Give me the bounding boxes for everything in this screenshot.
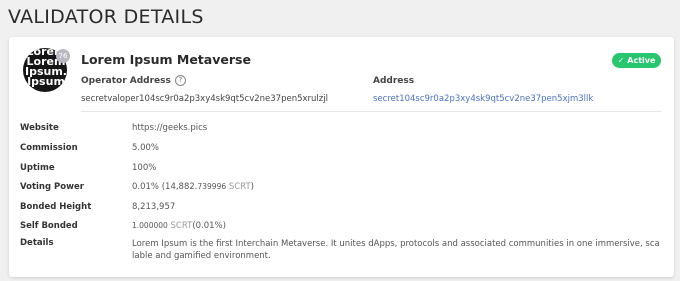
divider xyxy=(81,111,662,112)
self-bonded-label: Self Bonded xyxy=(20,221,78,231)
bonded-height-label: Bonded Height xyxy=(20,202,92,212)
operator-address: secretvaloper104sc9r0a2p3xy4sk9qt5cv2ne3… xyxy=(81,94,328,104)
page-title: VALIDATOR DETAILS xyxy=(8,6,204,28)
uptime-label: Uptime xyxy=(20,163,55,173)
website-link[interactable]: https://geeks.pics xyxy=(132,123,207,133)
self-bonded-value: 1.000000 SCRT(0.01%) xyxy=(132,221,226,231)
voting-power-unit: SCRT xyxy=(226,182,251,192)
voting-power-open: (14,882. xyxy=(159,182,198,192)
operator-address-label-text: Operator Address xyxy=(81,76,171,86)
self-bonded-amount: 1.000000 xyxy=(132,221,168,230)
commission-label: Commission xyxy=(20,143,78,153)
status-badge: ✓ Active xyxy=(612,53,661,68)
check-icon: ✓ xyxy=(617,56,625,65)
validator-name: Lorem Ipsum Metaverse xyxy=(81,52,251,67)
operator-address-label: Operator Address? xyxy=(81,75,186,86)
self-bonded-percent: (0.01%) xyxy=(192,221,226,231)
description-label: Details xyxy=(20,238,54,248)
bonded-height-value: 8,213,957 xyxy=(132,202,176,212)
avatar-badge: 76 xyxy=(56,49,70,63)
address-label: Address xyxy=(373,76,415,86)
voting-power-close: ) xyxy=(250,182,254,192)
uptime-value: 100% xyxy=(132,163,157,173)
description-text: Lorem Ipsum is the first Interchain Meta… xyxy=(132,239,660,261)
self-bonded-unit: SCRT xyxy=(167,221,193,231)
voting-power-value: 0.01% (14,882.739996 SCRT) xyxy=(132,182,254,192)
voting-power-label: Voting Power xyxy=(20,182,84,192)
status-label: Active xyxy=(627,56,656,65)
voting-power-percent: 0.01% xyxy=(132,182,160,192)
website-label: Website xyxy=(20,123,59,133)
commission-value: 5.00% xyxy=(132,143,160,153)
validator-card: Lorem Lorem Ipsum. Ipsum 76 Lorem Ipsum … xyxy=(9,37,674,277)
help-icon[interactable]: ? xyxy=(174,75,186,86)
voting-power-decimals: 739996 xyxy=(197,182,227,191)
address-link[interactable]: secret104sc9r0a2p3xy4sk9qt5cv2ne37pen5xj… xyxy=(373,94,593,104)
